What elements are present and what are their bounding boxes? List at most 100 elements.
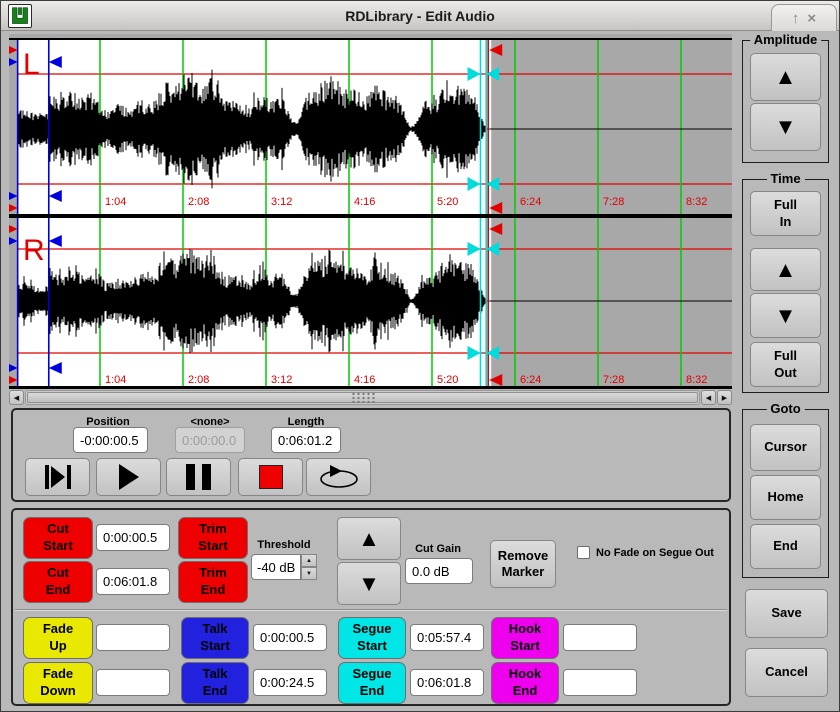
talk-start-field[interactable]: 0:00:00.5 — [253, 624, 327, 651]
channel-label: L — [23, 48, 40, 81]
talk-end-field[interactable]: 0:00:24.5 — [253, 669, 327, 696]
play-from-start-icon — [45, 465, 71, 489]
amplitude-down-button[interactable]: ▼ — [750, 103, 821, 151]
talk-end-button[interactable]: Talk End — [181, 662, 249, 704]
goto-group-title: Goto — [766, 401, 804, 416]
loop-icon — [316, 464, 362, 490]
trim-start-button[interactable]: Trim Start — [178, 517, 248, 559]
threshold-spinbox[interactable]: -40 dB ▲ ▼ — [251, 554, 317, 580]
cut-start-button[interactable]: Cut Start — [23, 517, 93, 559]
remove-marker-button[interactable]: Remove Marker — [490, 540, 556, 588]
play-from-start-button[interactable] — [25, 458, 90, 496]
close-window-button[interactable]: × — [807, 11, 816, 26]
window-controls: ↑ × — [771, 4, 837, 31]
fade-down-button[interactable]: Fade Down — [23, 662, 93, 704]
time-label: 6:24 — [520, 196, 541, 208]
time-label: 5:20 — [437, 374, 458, 386]
play-icon — [119, 464, 139, 490]
gain-up-button[interactable]: ▲ — [337, 517, 401, 560]
amplitude-group: Amplitude ▲ ▼ — [742, 40, 829, 163]
segue-end-field[interactable]: 0:06:01.8 — [410, 669, 484, 696]
window-title: RDLibrary - Edit Audio — [1, 1, 839, 31]
gain-down-button[interactable]: ▼ — [337, 562, 401, 605]
hook-end-button[interactable]: Hook End — [491, 662, 559, 704]
amplitude-group-title: Amplitude — [750, 32, 822, 47]
time-label: 5:20 — [437, 196, 458, 208]
time-label: 7:28 — [603, 196, 624, 208]
time-label: 6:24 — [520, 374, 541, 386]
cut-end-button[interactable]: Cut End — [23, 561, 93, 603]
cut-start-field[interactable]: 0:00:00.5 — [96, 524, 170, 551]
segue-start-field[interactable]: 0:05:57.4 — [410, 624, 484, 651]
loop-button[interactable] — [306, 458, 371, 496]
scroll-left-button-2[interactable]: ◀ — [701, 390, 716, 405]
cancel-button[interactable]: Cancel — [745, 648, 828, 697]
time-zoom-out-button[interactable]: ▼ — [750, 293, 821, 338]
time-label: 7:28 — [603, 374, 624, 386]
time-label: 8:32 — [686, 374, 707, 386]
hook-start-field[interactable] — [563, 624, 637, 651]
cut-gain-label: Cut Gain — [405, 543, 471, 555]
fade-up-button[interactable]: Fade Up — [23, 617, 93, 659]
fade-down-field[interactable] — [96, 669, 170, 696]
threshold-label: Threshold — [251, 539, 317, 551]
goto-end-button[interactable]: End — [750, 524, 821, 569]
talk-start-button[interactable]: Talk Start — [181, 617, 249, 659]
play-button[interactable] — [96, 458, 161, 496]
cut-gain-field[interactable]: 0.0 dB — [405, 558, 473, 584]
save-button[interactable]: Save — [745, 589, 828, 638]
transport-panel: Position -0:00:00.5 <none> 0:00:00.0 Len… — [11, 408, 731, 502]
length-field: 0:06:01.2 — [271, 427, 341, 453]
panel-separator — [15, 609, 727, 611]
segue-start-button[interactable]: Segue Start — [338, 617, 406, 659]
channel-label: R — [23, 234, 45, 267]
time-label: 8:32 — [686, 196, 707, 208]
waveform-display[interactable]: L1:042:083:124:165:206:247:288:32R1:042:… — [9, 34, 732, 389]
goto-cursor-button[interactable]: Cursor — [750, 424, 821, 471]
scroll-right-button[interactable]: ▶ — [717, 390, 732, 405]
pause-button[interactable] — [166, 458, 231, 496]
none-marker-field: 0:00:00.0 — [175, 427, 245, 453]
time-label: 2:08 — [188, 196, 209, 208]
no-fade-segue-label: No Fade on Segue Out — [596, 547, 746, 559]
hook-end-field[interactable] — [563, 669, 637, 696]
threshold-down-icon[interactable]: ▼ — [301, 567, 317, 580]
scrollbar-handle[interactable] — [27, 392, 698, 403]
time-full-in-button[interactable]: Full In — [750, 191, 821, 236]
fade-up-field[interactable] — [96, 624, 170, 651]
time-label: 3:12 — [271, 196, 292, 208]
shade-window-button[interactable]: ↑ — [792, 11, 800, 26]
goto-home-button[interactable]: Home — [750, 475, 821, 520]
time-label: 1:04 — [105, 196, 126, 208]
no-fade-segue-checkbox[interactable] — [577, 546, 590, 559]
time-label: 4:16 — [354, 196, 375, 208]
time-label: 2:08 — [188, 374, 209, 386]
scroll-left-button[interactable]: ◀ — [9, 390, 24, 405]
goto-group: Goto Cursor Home End — [742, 409, 829, 578]
edit-audio-window: RDLibrary - Edit Audio ↑ × L 1:04 2:08 3:12… — [0, 0, 840, 712]
threshold-value[interactable]: -40 dB — [251, 554, 301, 580]
amplitude-down-icon: ▼ — [775, 116, 797, 138]
gain-down-icon: ▼ — [358, 573, 380, 595]
time-down-icon: ▼ — [775, 305, 797, 327]
waveform-scrollbar[interactable]: ◀ ◀ ▶ — [9, 390, 732, 405]
threshold-up-icon[interactable]: ▲ — [301, 554, 317, 567]
time-up-icon: ▲ — [775, 259, 797, 281]
amplitude-up-button[interactable]: ▲ — [750, 53, 821, 101]
time-group: Time Full In ▲ ▼ Full Out — [742, 179, 829, 393]
time-label: 3:12 — [271, 374, 292, 386]
cut-end-field[interactable]: 0:06:01.8 — [96, 568, 170, 595]
segue-end-button[interactable]: Segue End — [338, 662, 406, 704]
pause-icon — [186, 464, 211, 490]
position-field[interactable]: -0:00:00.5 — [73, 427, 148, 453]
stop-icon — [259, 465, 283, 489]
time-zoom-in-button[interactable]: ▲ — [750, 248, 821, 291]
hook-start-button[interactable]: Hook Start — [491, 617, 559, 659]
trim-end-button[interactable]: Trim End — [178, 561, 248, 603]
time-group-title: Time — [766, 171, 804, 186]
scrollbar-track[interactable] — [25, 390, 700, 405]
time-full-out-button[interactable]: Full Out — [750, 342, 821, 387]
scrollbar-grip — [351, 392, 375, 403]
stop-button[interactable] — [238, 458, 303, 496]
title-bar[interactable]: RDLibrary - Edit Audio ↑ × — [1, 1, 839, 31]
